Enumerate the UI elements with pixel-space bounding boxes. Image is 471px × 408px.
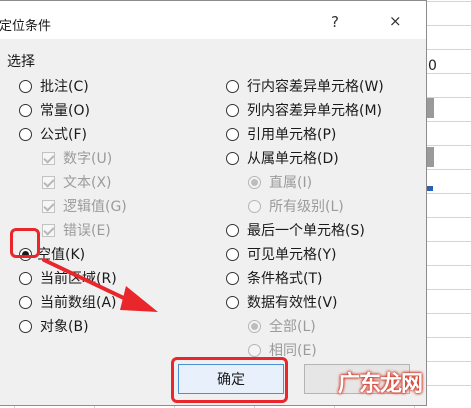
red-arrow-annotation bbox=[42, 258, 158, 312]
watermark-logo: 广东龙网 bbox=[338, 372, 423, 397]
